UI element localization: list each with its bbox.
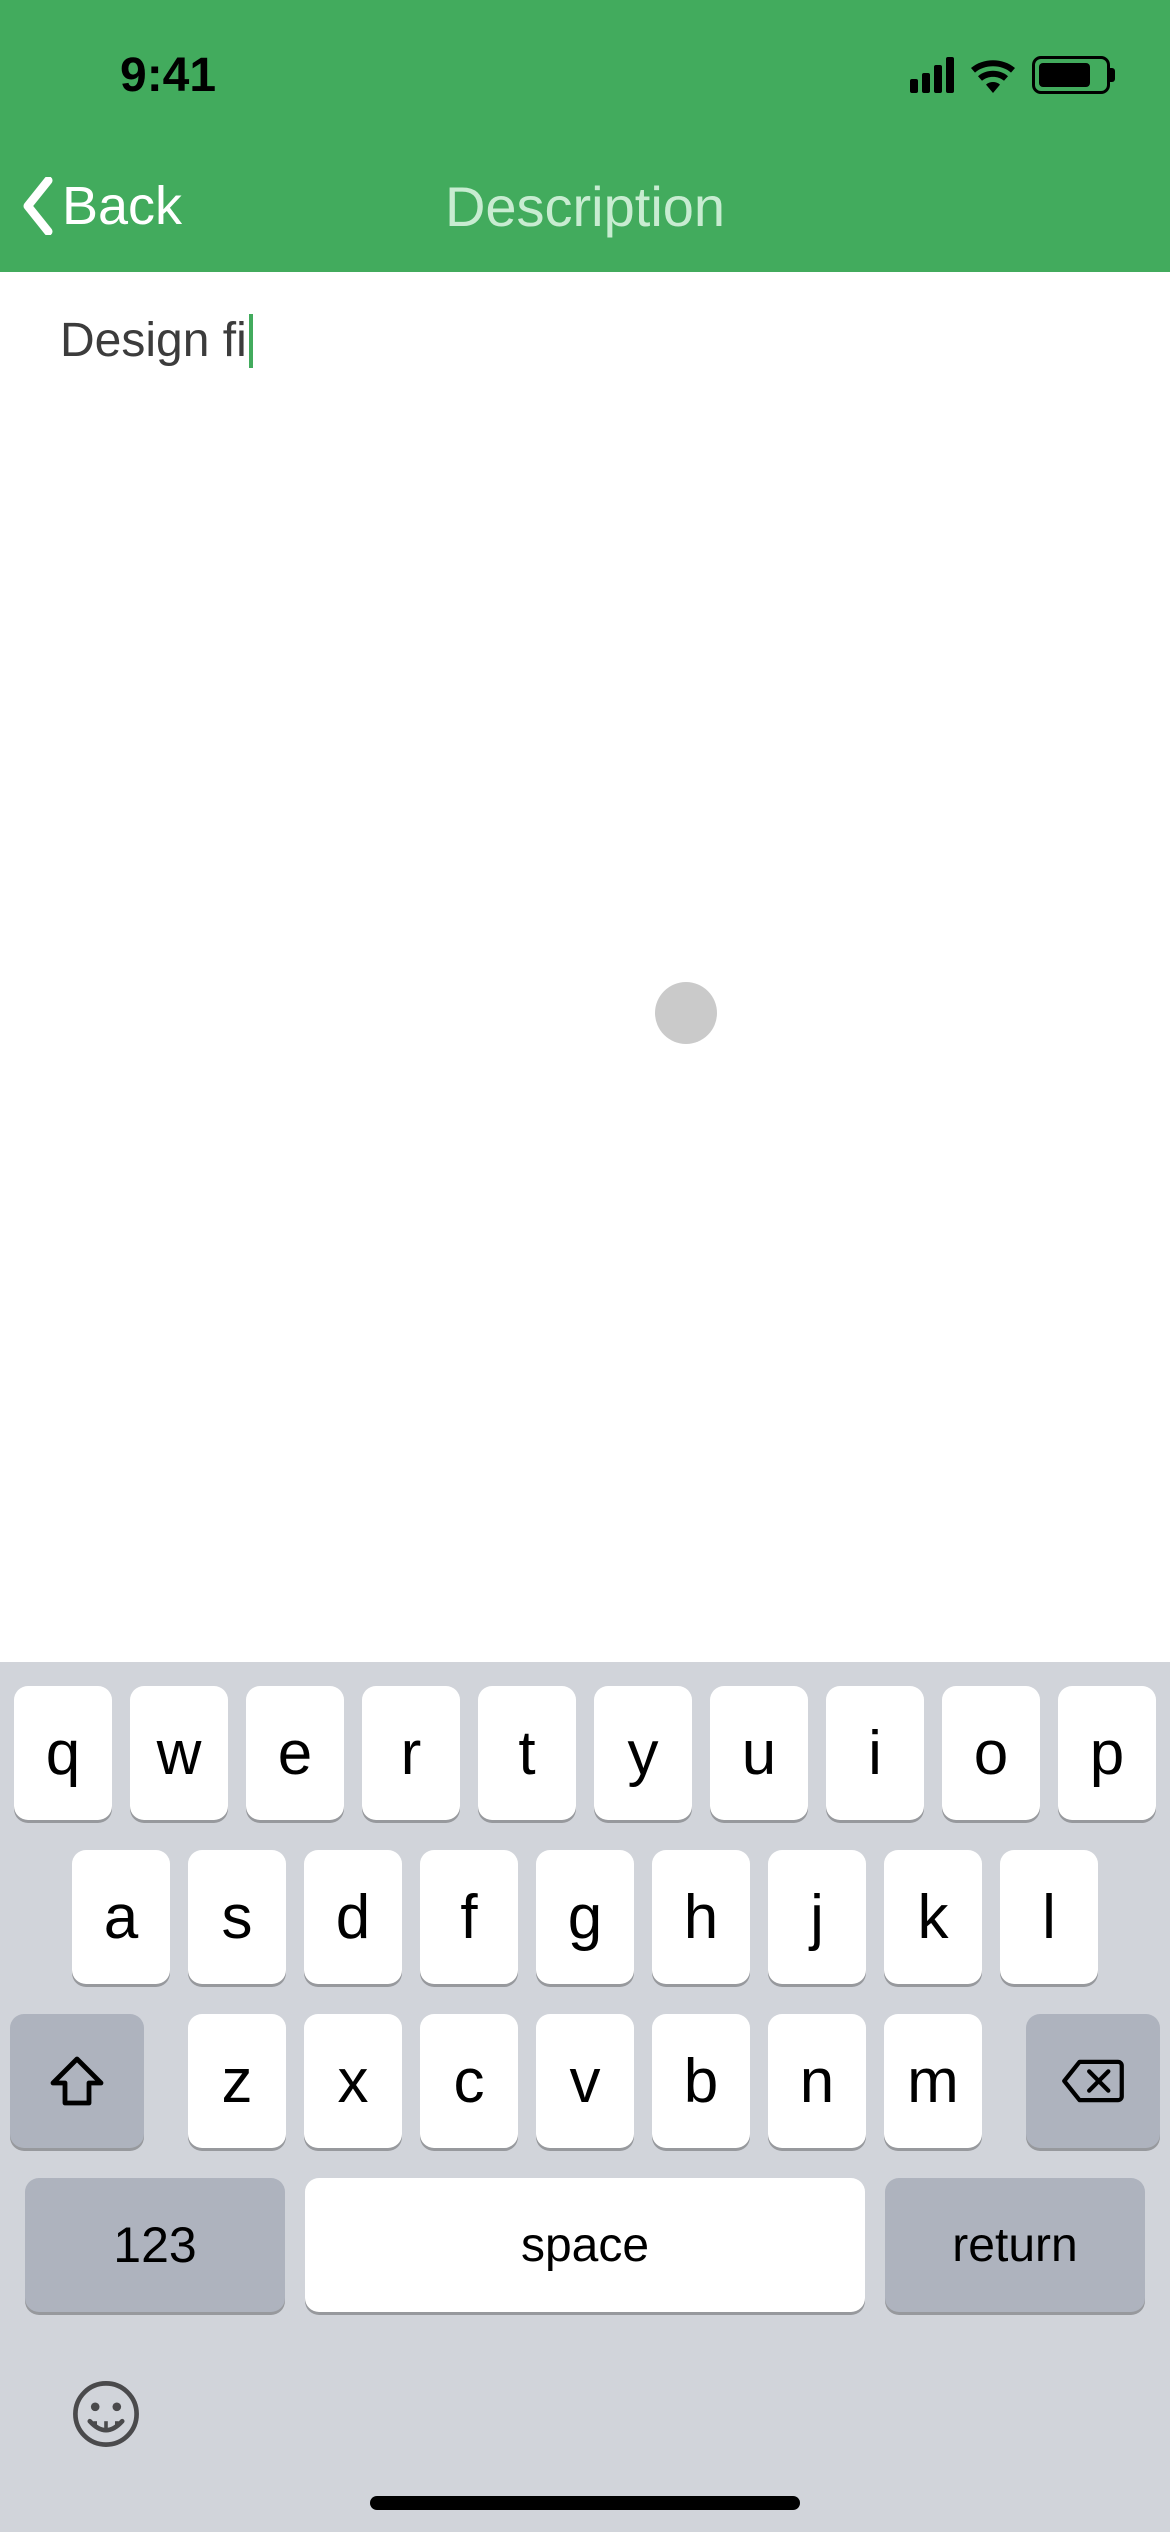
backspace-key[interactable] [1026,2014,1160,2148]
key-h[interactable]: h [652,1850,750,1984]
space-key[interactable]: space [305,2178,865,2312]
key-f[interactable]: f [420,1850,518,1984]
status-bar: 9:41 [0,0,1170,140]
chevron-left-icon [20,177,56,235]
wifi-icon [968,57,1018,93]
backspace-icon [1060,2058,1126,2104]
key-w[interactable]: w [130,1686,228,1820]
home-indicator[interactable] [370,2496,800,2510]
return-key[interactable]: return [885,2178,1145,2312]
key-g[interactable]: g [536,1850,634,1984]
key-l[interactable]: l [1000,1850,1098,1984]
key-b[interactable]: b [652,2014,750,2148]
key-y[interactable]: y [594,1686,692,1820]
description-input[interactable]: Design fi [60,312,1110,370]
number-mode-key[interactable]: 123 [25,2178,285,2312]
keyboard-row-2: a s d f g h j k l [10,1850,1160,1984]
nav-bar: Back Description [0,140,1170,272]
key-j[interactable]: j [768,1850,866,1984]
key-x[interactable]: x [304,2014,402,2148]
keyboard-row-1: q w e r t y u i o p [10,1686,1160,1820]
key-q[interactable]: q [14,1686,112,1820]
key-p[interactable]: p [1058,1686,1156,1820]
key-d[interactable]: d [304,1850,402,1984]
key-t[interactable]: t [478,1686,576,1820]
emoji-key[interactable] [70,2378,142,2450]
page-title: Description [445,174,725,239]
key-a[interactable]: a [72,1850,170,1984]
back-label: Back [62,175,182,237]
key-v[interactable]: v [536,2014,634,2148]
shift-key[interactable] [10,2014,144,2148]
status-right [910,56,1110,94]
text-caret [249,314,253,368]
keyboard-row-3: z x c v b n m [10,2014,1160,2148]
key-u[interactable]: u [710,1686,808,1820]
shift-icon [49,2055,105,2107]
key-k[interactable]: k [884,1850,982,1984]
key-r[interactable]: r [362,1686,460,1820]
emoji-icon [70,2378,142,2450]
battery-icon [1032,56,1110,94]
key-e[interactable]: e [246,1686,344,1820]
back-button[interactable]: Back [20,175,182,237]
key-z[interactable]: z [188,2014,286,2148]
touch-indicator [655,982,717,1044]
key-c[interactable]: c [420,2014,518,2148]
keyboard-row-4: 123 space return [10,2178,1160,2312]
key-o[interactable]: o [942,1686,1040,1820]
key-i[interactable]: i [826,1686,924,1820]
key-s[interactable]: s [188,1850,286,1984]
status-time: 9:41 [120,48,216,103]
keyboard: q w e r t y u i o p a s d f g h j k l z … [0,1662,1170,2532]
cellular-icon [910,57,954,93]
key-n[interactable]: n [768,2014,866,2148]
key-m[interactable]: m [884,2014,982,2148]
input-text: Design fi [60,312,247,370]
